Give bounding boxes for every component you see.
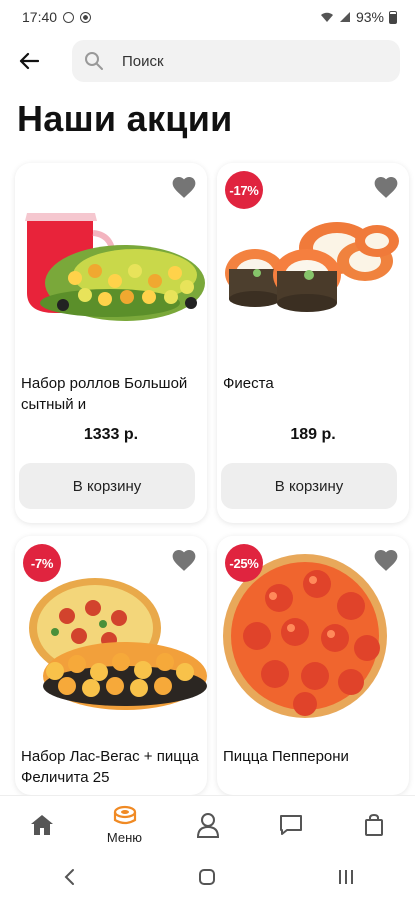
status-time: 17:40 xyxy=(22,9,58,25)
system-nav xyxy=(0,853,415,900)
product-name: Набор Лас-Вегас + пицца Феличита 25 xyxy=(21,748,199,786)
nav-menu[interactable]: Меню xyxy=(83,796,166,853)
product-price: 189 р. xyxy=(290,426,336,443)
page-title: Наши акции xyxy=(17,98,233,139)
profile-icon xyxy=(196,812,219,838)
product-name: Фиеста xyxy=(223,375,274,392)
nav-cart[interactable] xyxy=(332,796,415,853)
chat-icon xyxy=(279,814,302,835)
product-card[interactable]: -17% Фиеста 189 р. В корзину xyxy=(217,163,409,523)
search-icon xyxy=(84,50,106,72)
search-input[interactable] xyxy=(122,52,372,70)
arrow-left-icon xyxy=(19,52,39,70)
heart-icon[interactable] xyxy=(373,548,399,572)
status-bar: 17:40 93% xyxy=(0,0,415,34)
home-circle-icon xyxy=(199,868,216,885)
system-recents-button[interactable] xyxy=(326,862,366,892)
back-button[interactable] xyxy=(12,44,46,78)
menu-sushi-icon xyxy=(113,805,136,825)
nav-home[interactable] xyxy=(0,796,83,853)
bottom-nav: Меню xyxy=(0,795,415,853)
status-right: 93% xyxy=(320,9,397,25)
battery-percent: 93% xyxy=(355,9,384,25)
search-bar[interactable] xyxy=(72,40,400,82)
nav-profile[interactable] xyxy=(166,796,249,853)
discount-badge: -25% xyxy=(225,544,263,582)
heart-icon[interactable] xyxy=(171,548,197,572)
add-to-cart-button[interactable]: В корзину xyxy=(19,463,195,509)
top-bar xyxy=(0,38,415,84)
status-left: 17:40 xyxy=(22,9,92,25)
product-price: 1333 р. xyxy=(83,426,139,443)
chevron-left-icon xyxy=(64,868,75,885)
product-name: Набор роллов Большой сытный и xyxy=(21,375,188,413)
heart-icon[interactable] xyxy=(373,175,399,199)
product-card[interactable]: -25% Пицца Пепперони xyxy=(217,536,409,795)
product-card[interactable]: Набор роллов Большой сытный и 1333 р. В … xyxy=(15,163,207,523)
home-icon xyxy=(30,814,53,835)
product-name: Пицца Пепперони xyxy=(223,748,349,765)
discount-badge: -17% xyxy=(225,171,263,209)
system-home-button[interactable] xyxy=(187,862,227,892)
signal-icon xyxy=(339,12,350,22)
notification-icon xyxy=(63,11,75,23)
wifi-icon xyxy=(320,12,333,22)
nav-chat[interactable] xyxy=(249,796,332,853)
add-to-cart-button[interactable]: В корзину xyxy=(221,463,397,509)
app-notification-icon xyxy=(80,11,92,23)
recents-icon xyxy=(338,869,353,884)
discount-badge: -7% xyxy=(23,544,61,582)
nav-menu-label: Меню xyxy=(106,830,143,845)
system-back-button[interactable] xyxy=(49,862,89,892)
bag-icon xyxy=(364,813,383,836)
product-card[interactable]: -7% Набор Лас-Вегас + пицца Феличита 25 xyxy=(15,536,207,795)
battery-icon xyxy=(389,10,397,24)
heart-icon[interactable] xyxy=(171,175,197,199)
